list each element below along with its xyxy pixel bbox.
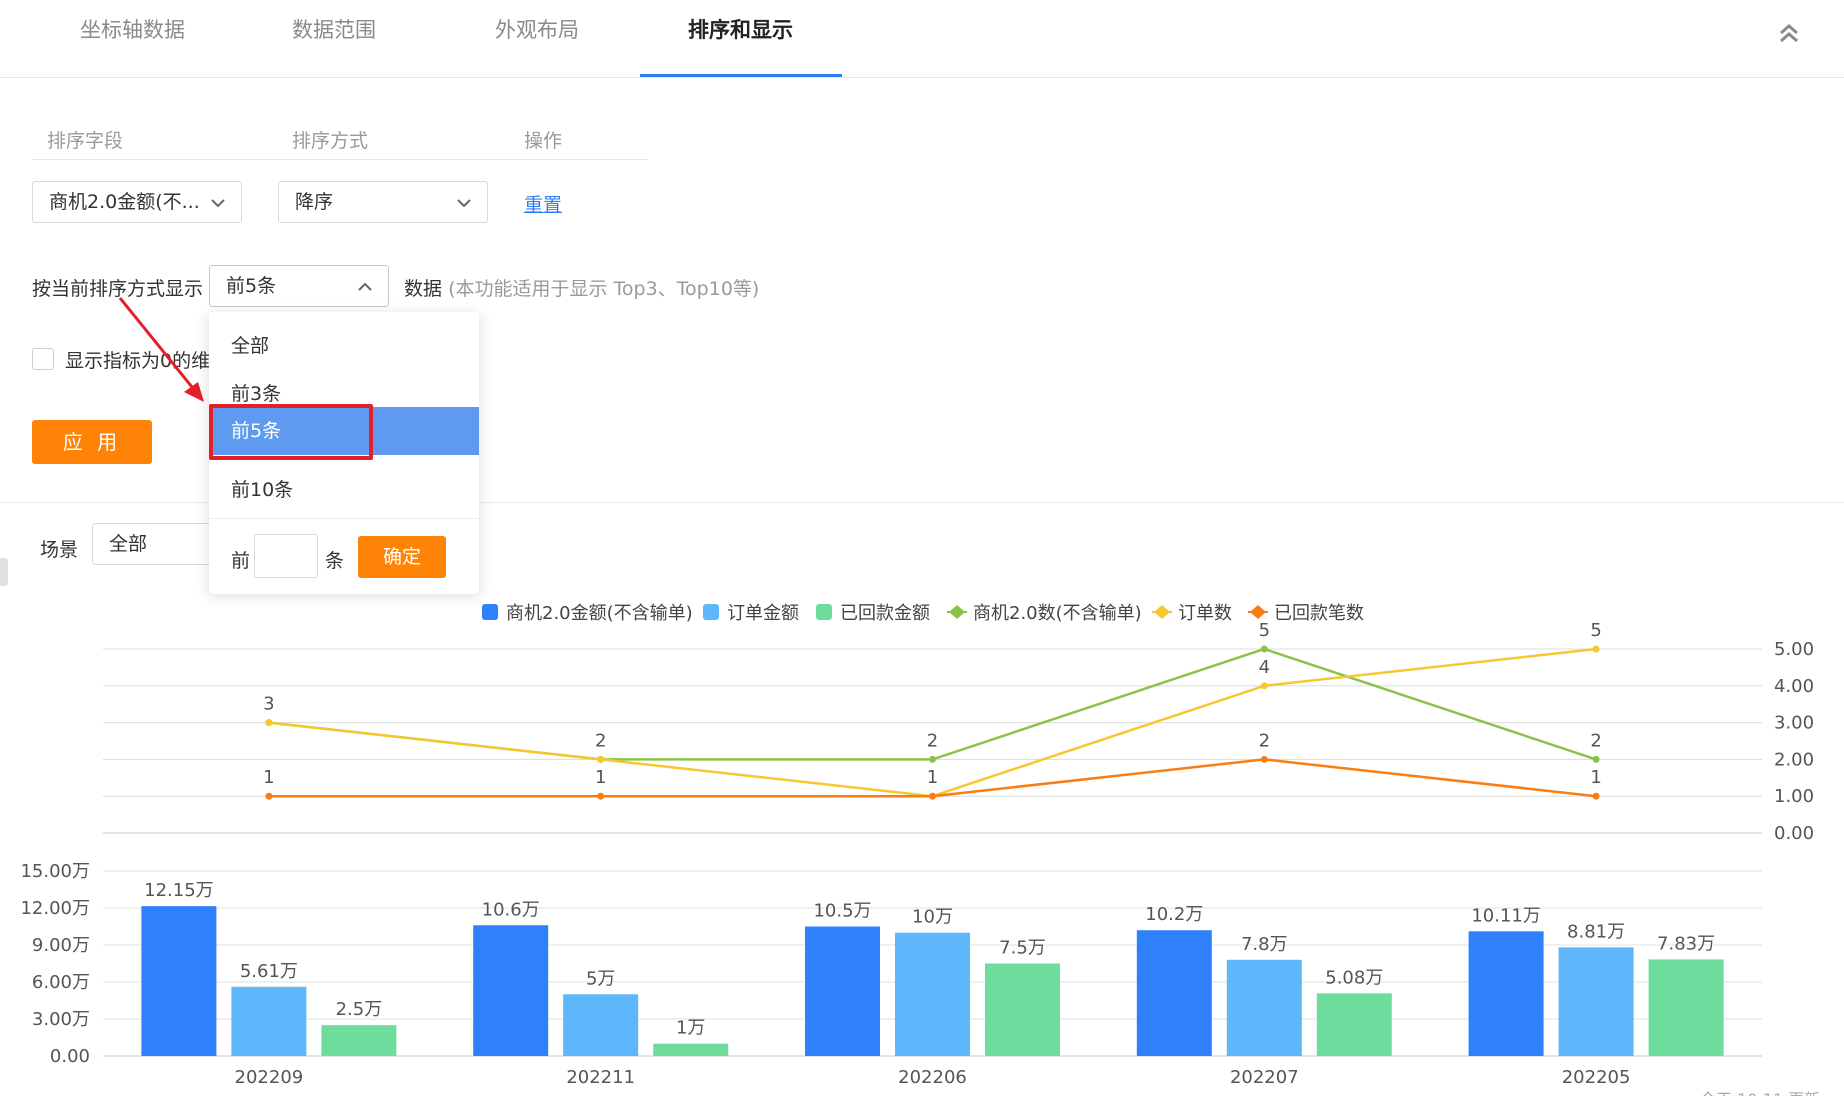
line-point-2-1: [597, 792, 605, 800]
legend-swatch-2: [816, 604, 832, 620]
bar-label-0-2: 10.5万: [813, 901, 871, 922]
custom-confirm-button[interactable]: 确定: [358, 536, 446, 578]
update-time-note: 今天 10:11 更新: [1700, 1086, 1820, 1096]
line-label-0-4: 2: [1590, 730, 1601, 751]
line-point-1-1: [597, 755, 605, 763]
bar-label-2-3: 5.08万: [1325, 967, 1383, 988]
line-point-2-0: [265, 792, 273, 800]
dropdown-separator: [209, 518, 479, 519]
bar-0-3: [1136, 930, 1212, 1056]
custom-prefix-label: 前: [231, 550, 251, 572]
bar-2-4: [1648, 959, 1724, 1056]
line-label-1-0: 3: [263, 694, 274, 715]
highlight-annotation-box: [209, 404, 373, 460]
category-label-1: 202211: [566, 1067, 635, 1088]
category-label-0: 202209: [235, 1067, 304, 1088]
bar-1-2: [895, 932, 970, 1056]
legend-label-3: 商机2.0数(不含输单): [973, 603, 1142, 624]
bar-label-1-4: 8.81万: [1567, 921, 1625, 942]
bar-axis-tick-0: 0.00: [50, 1046, 90, 1067]
legend-label-5: 已回款笔数: [1274, 603, 1364, 624]
line-label-2-1: 1: [595, 767, 606, 788]
bar-2-2: [985, 963, 1060, 1056]
line-axis-tick-5: 5.00: [1774, 639, 1814, 660]
line-point-2-4: [1592, 792, 1600, 800]
line-axis-tick-1: 1.00: [1774, 786, 1814, 807]
line-label-2-3: 2: [1259, 730, 1270, 751]
legend-label-2: 已回款金额: [840, 603, 930, 624]
line-label-2-0: 1: [263, 767, 274, 788]
legend-label-0: 商机2.0金额(不含输单): [506, 603, 693, 624]
bar-1-3: [1226, 959, 1302, 1056]
bar-axis-tick-3: 9.00万: [32, 935, 90, 956]
bar-0-4: [1468, 931, 1544, 1056]
line-axis-tick-4: 4.00: [1774, 676, 1814, 697]
category-label-4: 202205: [1562, 1067, 1631, 1088]
line-axis-tick-0: 0.00: [1774, 823, 1814, 844]
category-label-3: 202207: [1230, 1067, 1299, 1088]
line-point-0-4: [1592, 755, 1600, 763]
line-axis-tick-2: 2.00: [1774, 749, 1814, 770]
custom-suffix-label: 条: [325, 550, 345, 572]
custom-count-input[interactable]: [254, 534, 318, 578]
bar-0-1: [473, 925, 549, 1056]
category-label-2: 202206: [898, 1067, 967, 1088]
bar-1-0: [231, 986, 307, 1056]
bar-2-0: [321, 1025, 397, 1056]
bar-label-2-4: 7.83万: [1657, 933, 1715, 954]
chart-legend: 商机2.0金额(不含输单) 订单金额 已回款金额 商机2.0数(不含输单) 订单数 已回款…: [482, 603, 1364, 624]
line-point-2-3: [1260, 755, 1268, 763]
bar-label-1-0: 5.61万: [240, 961, 298, 982]
legend-swatch-0: [482, 604, 498, 620]
line-label-1-3: 4: [1259, 657, 1270, 678]
line-label-0-3: 5: [1259, 620, 1270, 641]
line-point-0-2: [929, 755, 936, 763]
bar-axis-tick-1: 3.00万: [32, 1009, 90, 1030]
dropdown-option-all[interactable]: 全部: [209, 322, 479, 370]
line-label-2-2: 1: [927, 767, 938, 788]
chart-lines: 2 2 5 2 3 4 5 1 1 1 2 1: [263, 620, 1602, 800]
line-point-1-0: [265, 719, 273, 727]
bar-1-1: [563, 994, 639, 1056]
bar-axis-tick-5: 15.00万: [20, 861, 90, 882]
line-point-1-4: [1592, 645, 1600, 653]
bar-2-3: [1316, 993, 1392, 1056]
line-label-2-4: 1: [1590, 767, 1601, 788]
line-point-2-2: [929, 792, 936, 800]
line-point-1-3: [1260, 682, 1268, 690]
bar-label-0-3: 10.2万: [1145, 904, 1203, 925]
line-point-0-3: [1260, 645, 1268, 653]
bar-label-2-0: 2.5万: [336, 999, 383, 1020]
dropdown-option-top10[interactable]: 前10条: [209, 466, 479, 514]
bar-label-0-1: 10.6万: [482, 899, 540, 920]
line-label-1-4: 5: [1590, 620, 1601, 641]
bar-label-1-2: 10万: [912, 907, 953, 928]
line-label-0-1: 2: [595, 730, 606, 751]
bar-1-4: [1558, 947, 1634, 1056]
bar-0-0: [141, 906, 217, 1056]
bar-axis-tick-2: 6.00万: [32, 972, 90, 993]
bar-axis-tick-4: 12.00万: [20, 898, 90, 919]
bar-label-1-3: 7.8万: [1241, 934, 1288, 955]
bar-label-1-1: 5万: [586, 968, 615, 989]
bar-0-2: [805, 926, 880, 1056]
bar-2-1: [653, 1043, 729, 1056]
legend-label-1: 订单金额: [727, 603, 799, 624]
bar-label-2-1: 1万: [676, 1018, 705, 1039]
bar-label-2-2: 7.5万: [999, 938, 1046, 959]
bar-label-0-4: 10.11万: [1471, 905, 1541, 926]
chart-bars: 12.15万 10.6万 10.5万 10.2万 10.11万 5.61万 5万 10万 7.8…: [141, 880, 1724, 1056]
legend-swatch-1: [703, 604, 719, 620]
line-label-0-2: 2: [927, 730, 938, 751]
line-axis-tick-3: 3.00: [1774, 713, 1814, 734]
bar-label-0-0: 12.15万: [144, 880, 214, 901]
legend-label-4: 订单数: [1178, 603, 1232, 624]
